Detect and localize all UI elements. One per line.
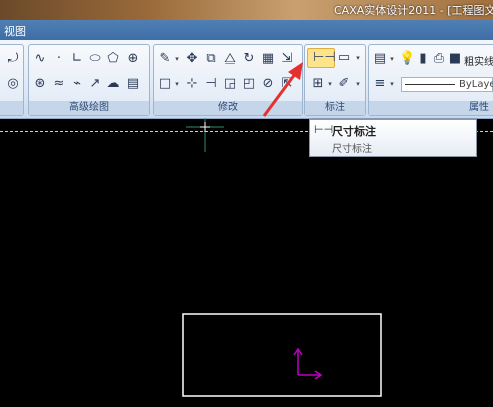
- pointer-arrow: [262, 62, 303, 117]
- tooltip: ⊢⊣ 尺寸标注 尺寸标注: [309, 119, 477, 157]
- drawing-rectangle: [182, 313, 382, 397]
- drawing-canvas[interactable]: [0, 0, 493, 407]
- ucs-icon: [293, 347, 323, 380]
- dimension-tooltip-icon: ⊢⊣: [314, 123, 334, 136]
- crosshair-cursor: [186, 118, 224, 152]
- tooltip-title: 尺寸标注: [332, 125, 376, 138]
- tooltip-description: 尺寸标注: [332, 144, 372, 155]
